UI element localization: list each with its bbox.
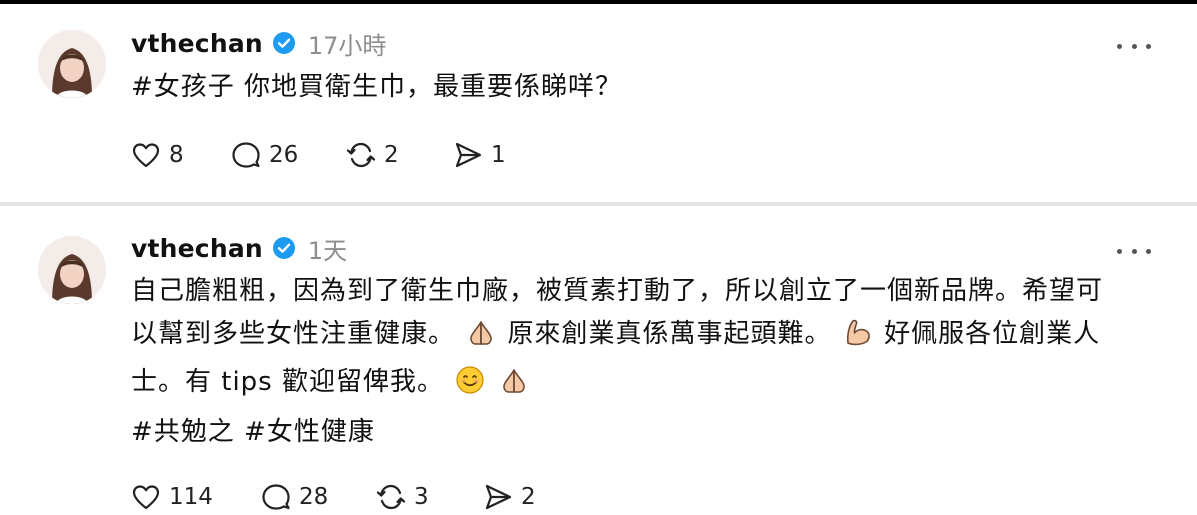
repost-arrows-icon — [376, 484, 406, 510]
heart-icon — [132, 143, 160, 168]
speech-bubble-icon — [262, 484, 290, 510]
repost-arrows-icon — [346, 142, 376, 168]
repost-count: 3 — [414, 484, 429, 510]
reply-button[interactable]: 26 — [231, 140, 346, 170]
folded-hands-emoji — [499, 365, 529, 409]
action-bar: 8 26 2 1 — [131, 140, 506, 170]
post-header: vthechan 1天 — [131, 231, 347, 266]
username[interactable]: vthechan — [131, 234, 263, 263]
post-text-line: 自己膽粗粗，因為到了衛生巾廠，被質素打動了，所以創立了一個新品牌。希望可 — [131, 276, 1104, 306]
post-text: #女孩子 你地買衛生巾，最重要係睇咩？ — [131, 66, 1171, 109]
post-text-segment: 好佩服各位創業人 — [884, 319, 1101, 349]
like-count: 114 — [169, 484, 213, 510]
post-text-segment: 以幫到多些女性注重健康。 — [131, 319, 456, 349]
timestamp[interactable]: 1天 — [308, 231, 347, 266]
share-count: 1 — [491, 142, 506, 168]
more-dots-icon[interactable] — [1117, 41, 1151, 51]
repost-count: 2 — [384, 142, 399, 168]
post-text-segment: 士。有 tips 歡迎留俾我。 — [131, 367, 444, 397]
timestamp[interactable]: 17小時 — [308, 26, 387, 61]
hashtags: #共勉之 #女性健康 — [131, 411, 1171, 454]
share-button[interactable]: 1 — [453, 140, 506, 170]
send-icon — [485, 484, 512, 510]
action-bar: 114 28 3 2 — [131, 482, 536, 512]
reply-button[interactable]: 28 — [261, 482, 376, 512]
like-count: 8 — [169, 142, 184, 168]
post-header: vthechan 17小時 — [131, 26, 387, 61]
post-text-line: #女孩子 你地買衛生巾，最重要係睇咩？ — [131, 72, 623, 102]
post-text: 自己膽粗粗，因為到了衛生巾廠，被質素打動了，所以創立了一個新品牌。希望可 以幫到… — [131, 270, 1171, 409]
share-button[interactable]: 2 — [483, 482, 536, 512]
verified-badge-icon — [272, 32, 295, 54]
smiling-face-emoji — [455, 365, 485, 409]
avatar[interactable] — [38, 30, 106, 98]
post: vthechan 1天 自己膽粗粗，因為到了衛生巾廠，被質素打動了，所以創立了一… — [0, 206, 1197, 515]
post-text-segment: 原來創業真係萬事起頭難。 — [507, 319, 832, 349]
post: vthechan 17小時 #女孩子 你地買衛生巾，最重要係睇咩？ 8 26 2… — [0, 4, 1197, 202]
repost-button[interactable]: 2 — [346, 140, 453, 170]
username[interactable]: vthechan — [131, 29, 263, 58]
repost-button[interactable]: 3 — [376, 482, 483, 512]
hashtag-line[interactable]: #共勉之 #女性健康 — [131, 411, 1171, 454]
folded-hands-emoji — [466, 317, 496, 361]
like-button[interactable]: 8 — [131, 140, 231, 170]
verified-badge-icon — [272, 237, 295, 259]
flexed-biceps-emoji — [843, 317, 873, 361]
send-icon — [455, 142, 482, 168]
reply-count: 26 — [269, 142, 299, 168]
like-button[interactable]: 114 — [131, 482, 261, 512]
more-dots-icon[interactable] — [1117, 246, 1151, 256]
heart-icon — [132, 485, 160, 510]
speech-bubble-icon — [232, 142, 260, 168]
reply-count: 28 — [299, 484, 329, 510]
share-count: 2 — [521, 484, 536, 510]
avatar[interactable] — [38, 236, 106, 304]
